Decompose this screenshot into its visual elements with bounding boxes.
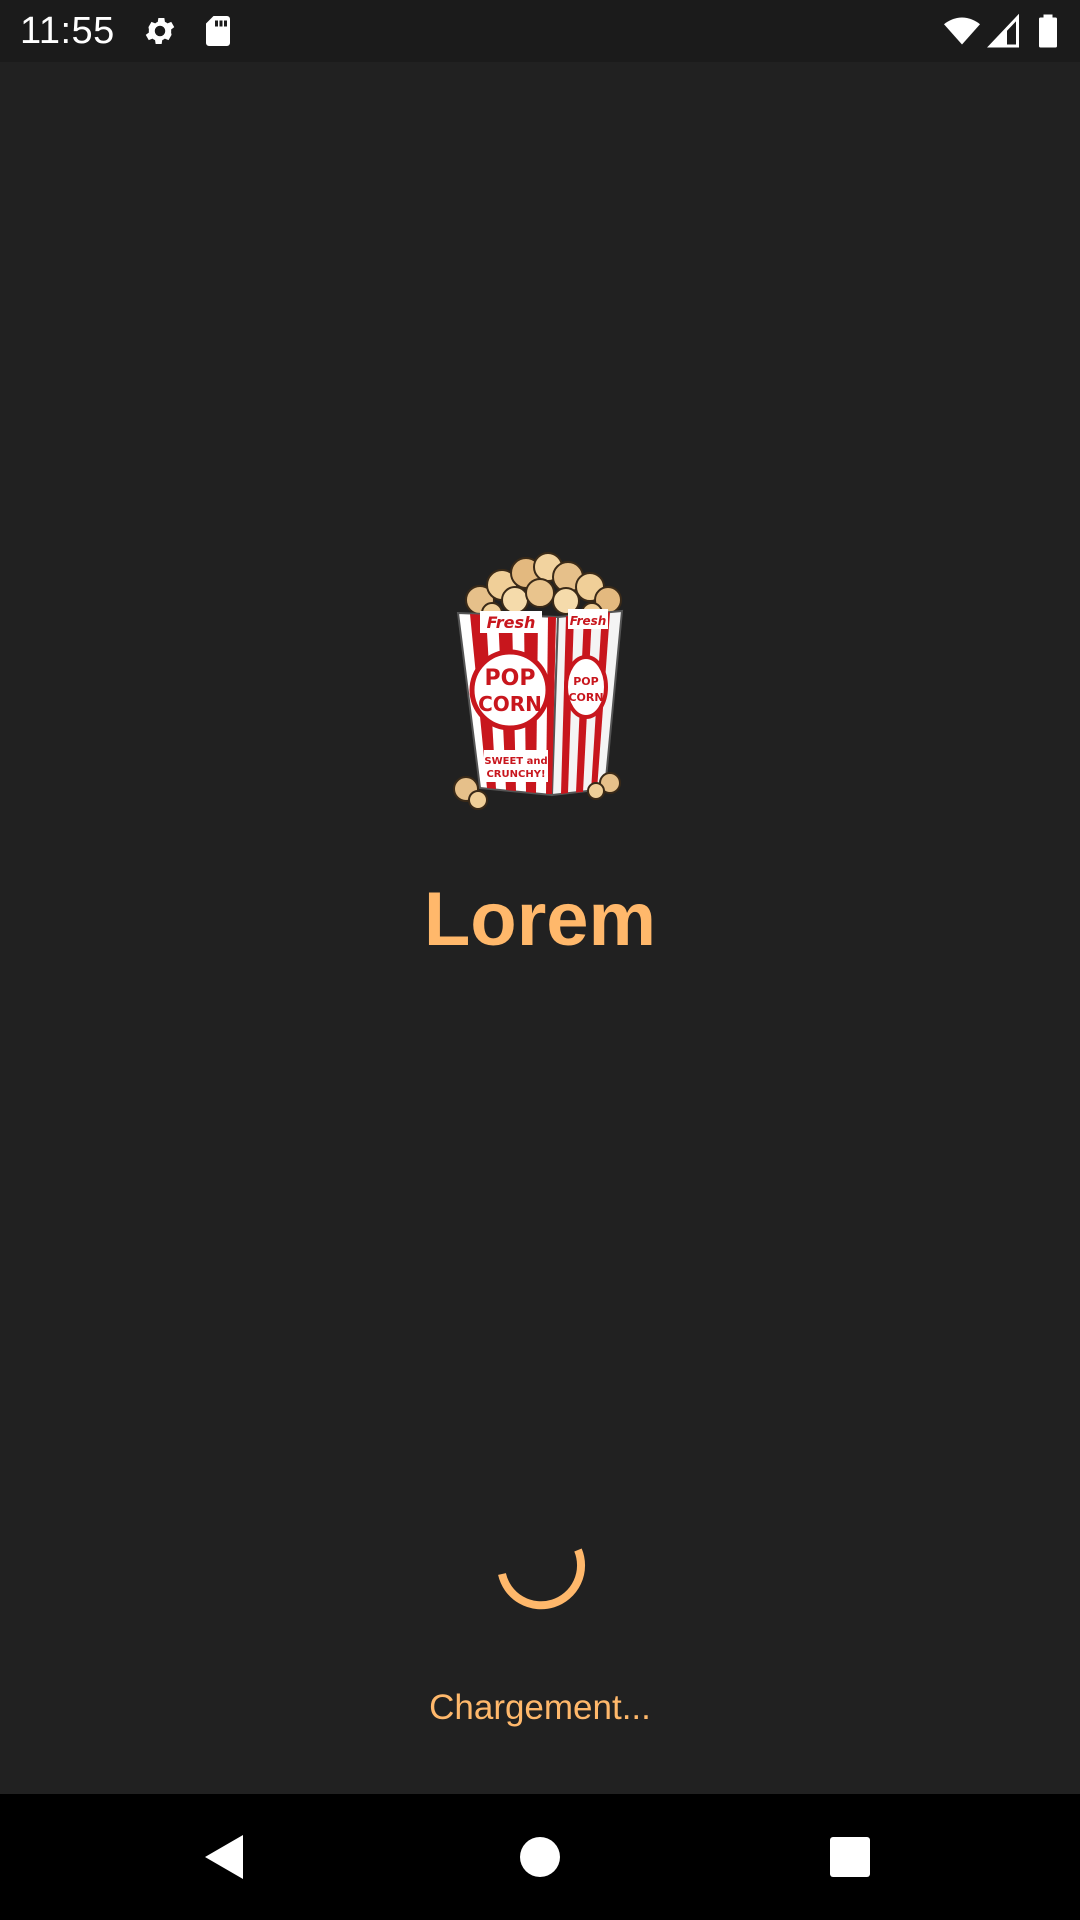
logo-fresh-text: Fresh [487,613,536,632]
logo-pop-text-side: POP [573,675,598,688]
cell-signal-icon [986,13,1022,49]
status-bar: 11:55 [0,0,1080,62]
splash-screen: 11:55 Fresh Fresh POP CORN POP CORN SWEE… [0,0,1080,1920]
logo-fresh-text-side: Fresh [570,614,607,628]
wifi-icon [944,13,980,49]
logo-crunchy-text: CRUNCHY! [486,769,545,780]
app-title: Lorem [423,877,657,962]
sd-card-icon [200,13,236,49]
loading-text: Chargement... [429,1688,651,1727]
logo-sweet-text: SWEET and [484,756,547,767]
recents-icon[interactable] [820,1827,880,1887]
battery-icon [1030,13,1066,49]
status-time: 11:55 [20,10,115,52]
gear-icon [142,13,178,49]
home-icon[interactable] [510,1827,570,1887]
logo-corn-text-side: CORN [568,691,603,704]
loading-spinner [490,1512,590,1612]
navigation-bar [0,1794,1080,1920]
logo-pop-text: POP [485,666,536,691]
popcorn-logo: Fresh Fresh POP CORN POP CORN SWEET and … [440,545,640,815]
logo-corn-text: CORN [478,692,542,716]
back-icon[interactable] [195,1827,255,1887]
